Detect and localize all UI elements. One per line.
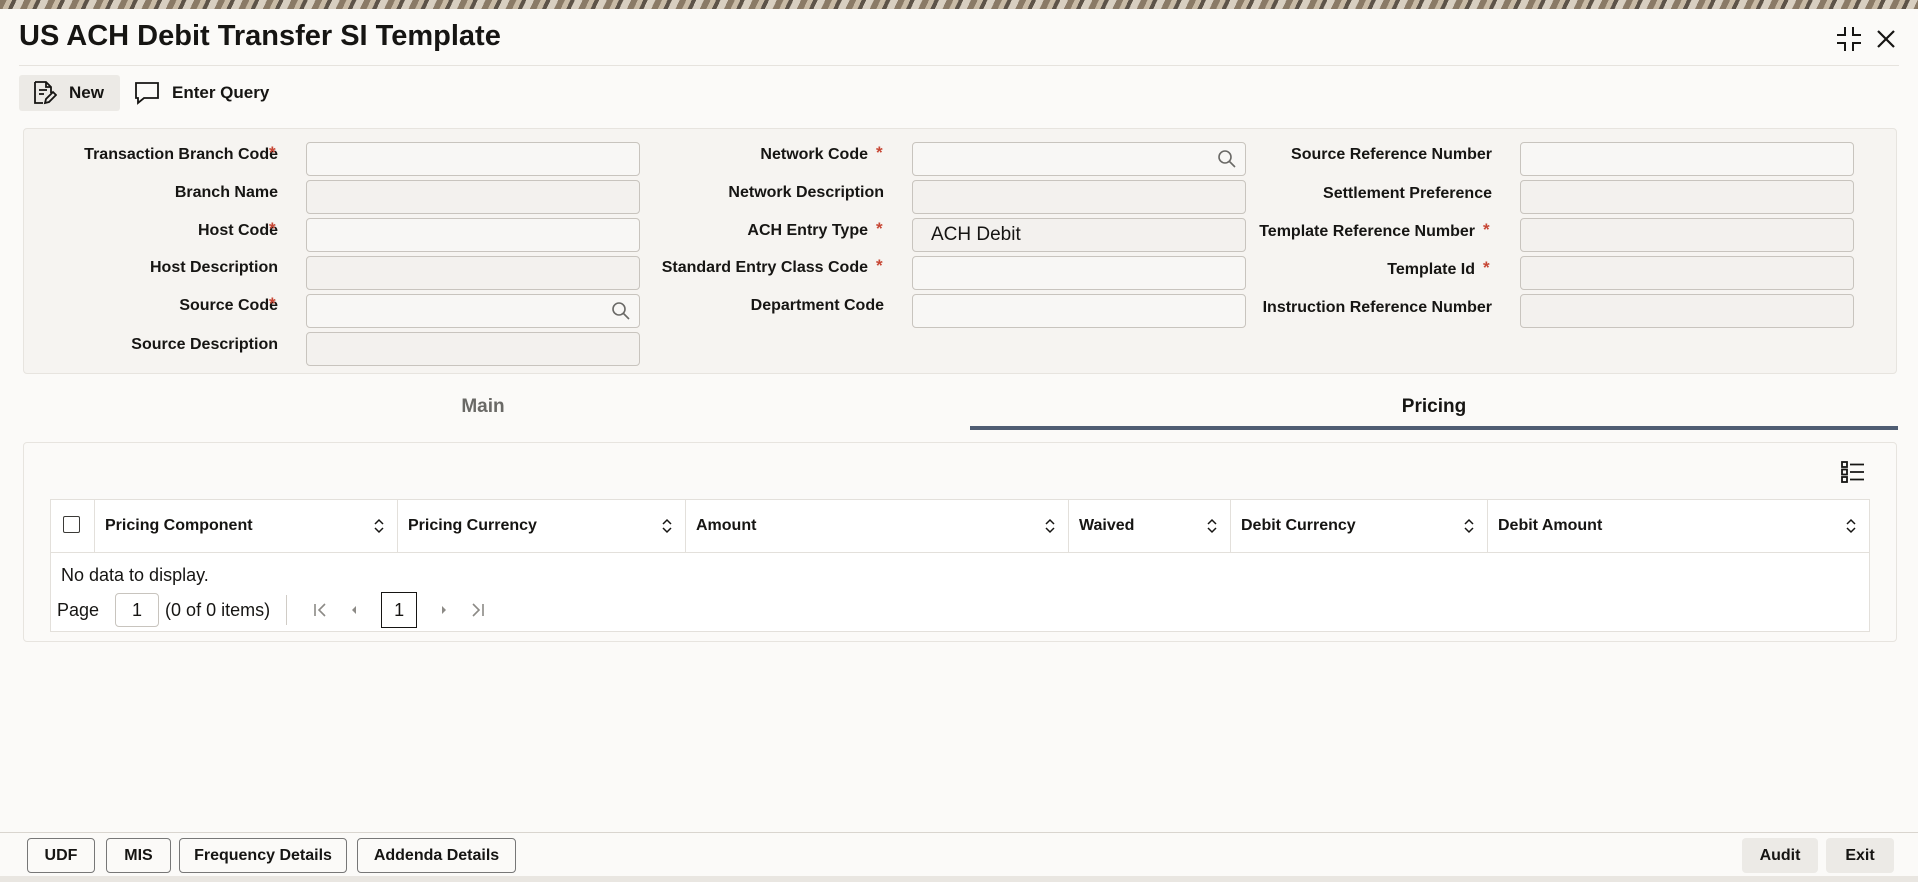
column-header-amount[interactable]: Amount [686, 500, 1069, 552]
host-code-label: Host Code [198, 222, 278, 239]
active-tab-indicator [970, 426, 1898, 430]
settlement-preference-input[interactable] [1520, 180, 1854, 214]
column-label: Debit Amount [1498, 517, 1603, 534]
template-id-label: Template Id [1387, 261, 1475, 278]
tab-pricing[interactable]: Pricing [970, 385, 1898, 431]
enter-query-label: Enter Query [172, 83, 270, 102]
items-count: (0 of 0 items) [165, 599, 271, 620]
empty-table-message: No data to display. [61, 565, 209, 585]
audit-button[interactable]: Audit [1742, 838, 1818, 873]
table-header: Pricing Component Pricing Currency Amoun… [51, 500, 1869, 553]
new-document-icon [34, 81, 57, 105]
column-label: Pricing Currency [408, 517, 537, 534]
comment-icon [135, 82, 159, 105]
branch-name-label: Branch Name [174, 184, 278, 201]
source-description-input[interactable] [306, 332, 640, 366]
department-code-input[interactable] [912, 294, 1246, 328]
required-marker: * [1483, 220, 1490, 239]
pagination: Page 1 (0 of 0 items) 1 [57, 590, 495, 630]
pricing-table: Pricing Component Pricing Currency Amoun… [50, 499, 1870, 632]
template-reference-number-label: Template Reference Number [1259, 223, 1475, 240]
new-button[interactable]: New [19, 75, 120, 111]
title-divider [19, 65, 1899, 66]
new-button-label: New [69, 83, 104, 102]
source-code-input[interactable] [306, 294, 640, 328]
network-description-label: Network Description [728, 184, 884, 201]
frequency-details-button[interactable]: Frequency Details [179, 838, 347, 873]
required-marker: * [876, 256, 883, 275]
collapse-icon[interactable] [1833, 23, 1865, 55]
column-header-waived[interactable]: Waived [1069, 500, 1231, 552]
search-icon[interactable] [611, 301, 631, 321]
bottom-strip [0, 876, 1918, 882]
page-number-input[interactable]: 1 [115, 593, 160, 627]
pager-divider [286, 595, 288, 625]
network-code-label: Network Code [760, 146, 868, 163]
select-all-cell [51, 500, 95, 552]
host-code-input[interactable] [306, 218, 640, 252]
ach-entry-type-input[interactable] [912, 218, 1246, 252]
sort-icon[interactable] [661, 518, 673, 534]
source-reference-number-label: Source Reference Number [1291, 146, 1492, 163]
tab-main[interactable]: Main [23, 385, 943, 431]
sort-icon[interactable] [373, 518, 385, 534]
search-icon[interactable] [1217, 149, 1237, 169]
ach-entry-type-label: ACH Entry Type [747, 222, 868, 239]
page-label: Page [57, 599, 100, 620]
department-code-label: Department Code [750, 297, 884, 314]
column-label: Pricing Component [105, 517, 253, 534]
source-code-label: Source Code [179, 297, 278, 314]
instruction-reference-number-input[interactable] [1520, 294, 1854, 328]
required-marker: * [876, 219, 883, 238]
column-chooser-icon[interactable] [1840, 460, 1866, 484]
exit-button[interactable]: Exit [1826, 838, 1894, 873]
close-icon[interactable] [1870, 23, 1902, 55]
last-page-icon[interactable] [464, 596, 492, 624]
sort-icon[interactable] [1206, 518, 1218, 534]
udf-button[interactable]: UDF [27, 838, 95, 873]
host-description-input[interactable] [306, 256, 640, 290]
transaction-branch-code-label: Transaction Branch Code [84, 146, 278, 163]
source-description-label: Source Description [131, 336, 278, 353]
required-marker: * [269, 294, 276, 313]
header-pattern-strip [0, 0, 1918, 9]
title-bar: US ACH Debit Transfer SI Template [0, 9, 1918, 65]
source-reference-number-input[interactable] [1520, 142, 1854, 176]
column-label: Amount [696, 517, 757, 534]
sort-icon[interactable] [1044, 518, 1056, 534]
template-reference-number-input[interactable] [1520, 218, 1854, 252]
required-marker: * [269, 219, 276, 238]
first-page-icon[interactable] [306, 596, 334, 624]
column-header-pricing-component[interactable]: Pricing Component [95, 500, 398, 552]
page-title: US ACH Debit Transfer SI Template [19, 20, 501, 52]
instruction-reference-number-label: Instruction Reference Number [1262, 299, 1492, 316]
column-header-debit-currency[interactable]: Debit Currency [1231, 500, 1488, 552]
column-header-debit-amount[interactable]: Debit Amount [1488, 500, 1869, 552]
sort-icon[interactable] [1463, 518, 1475, 534]
required-marker: * [269, 143, 276, 162]
select-all-checkbox[interactable] [63, 516, 80, 533]
column-label: Waived [1079, 517, 1135, 534]
column-header-pricing-currency[interactable]: Pricing Currency [398, 500, 686, 552]
standard-entry-class-code-label: Standard Entry Class Code [661, 259, 868, 276]
network-code-input[interactable] [912, 142, 1246, 176]
required-marker: * [1483, 258, 1490, 277]
enter-query-button[interactable]: Enter Query [134, 75, 269, 111]
transaction-branch-code-input[interactable] [306, 142, 640, 176]
sort-icon[interactable] [1845, 518, 1857, 534]
mis-button[interactable]: MIS [106, 838, 171, 873]
next-page-icon[interactable] [430, 596, 458, 624]
standard-entry-class-code-input[interactable] [912, 256, 1246, 290]
host-description-label: Host Description [149, 259, 278, 276]
footer-divider [0, 832, 1918, 833]
addenda-details-button[interactable]: Addenda Details [357, 838, 516, 873]
current-page-button[interactable]: 1 [381, 592, 418, 628]
column-label: Debit Currency [1241, 517, 1356, 534]
network-description-input[interactable] [912, 180, 1246, 214]
previous-page-icon[interactable] [340, 596, 368, 624]
required-marker: * [876, 143, 883, 162]
template-id-input[interactable] [1520, 256, 1854, 290]
settlement-preference-label: Settlement Preference [1323, 185, 1492, 202]
branch-name-input[interactable] [306, 180, 640, 214]
